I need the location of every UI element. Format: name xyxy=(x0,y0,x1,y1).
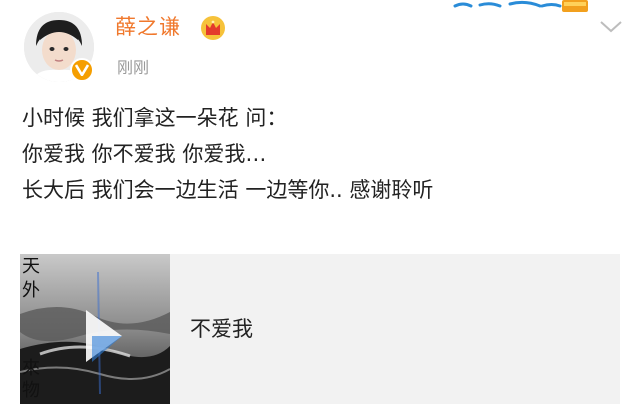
crown-icon[interactable] xyxy=(200,15,226,41)
weibo-post: 薛之谦 刚刚 小时候 我们拿这一朵花 问： 你爱我 你不爱我 你爱我… 长大后 … xyxy=(0,0,641,417)
header-decoration-icon xyxy=(453,0,588,12)
cover-title-char: 來 xyxy=(22,358,40,379)
play-icon[interactable] xyxy=(82,306,126,366)
song-title[interactable]: 不爱我 xyxy=(190,316,253,342)
cover-title-char: 外 xyxy=(22,280,40,301)
post-content: 小时候 我们拿这一朵花 问： 你爱我 你不爱我 你爱我… 长大后 我们会一边生活… xyxy=(22,100,622,208)
post-text-line: 长大后 我们会一边生活 一边等你.. 感谢聆听 xyxy=(22,178,434,202)
post-timestamp: 刚刚 xyxy=(117,58,150,77)
post-text-line: 你爱我 你不爱我 你爱我… xyxy=(22,142,267,166)
verified-v-icon xyxy=(70,58,94,82)
cover-title-char: 物 xyxy=(22,380,40,401)
username[interactable]: 薛之谦 xyxy=(115,14,181,40)
album-cover[interactable]: 天 外 來 物 xyxy=(20,254,170,404)
music-card[interactable]: 天 外 來 物 不爱我 xyxy=(20,254,620,404)
cover-title-char: 天 xyxy=(22,256,40,277)
chevron-down-icon[interactable] xyxy=(599,20,623,34)
post-text-line: 小时候 我们拿这一朵花 问： xyxy=(22,106,288,130)
